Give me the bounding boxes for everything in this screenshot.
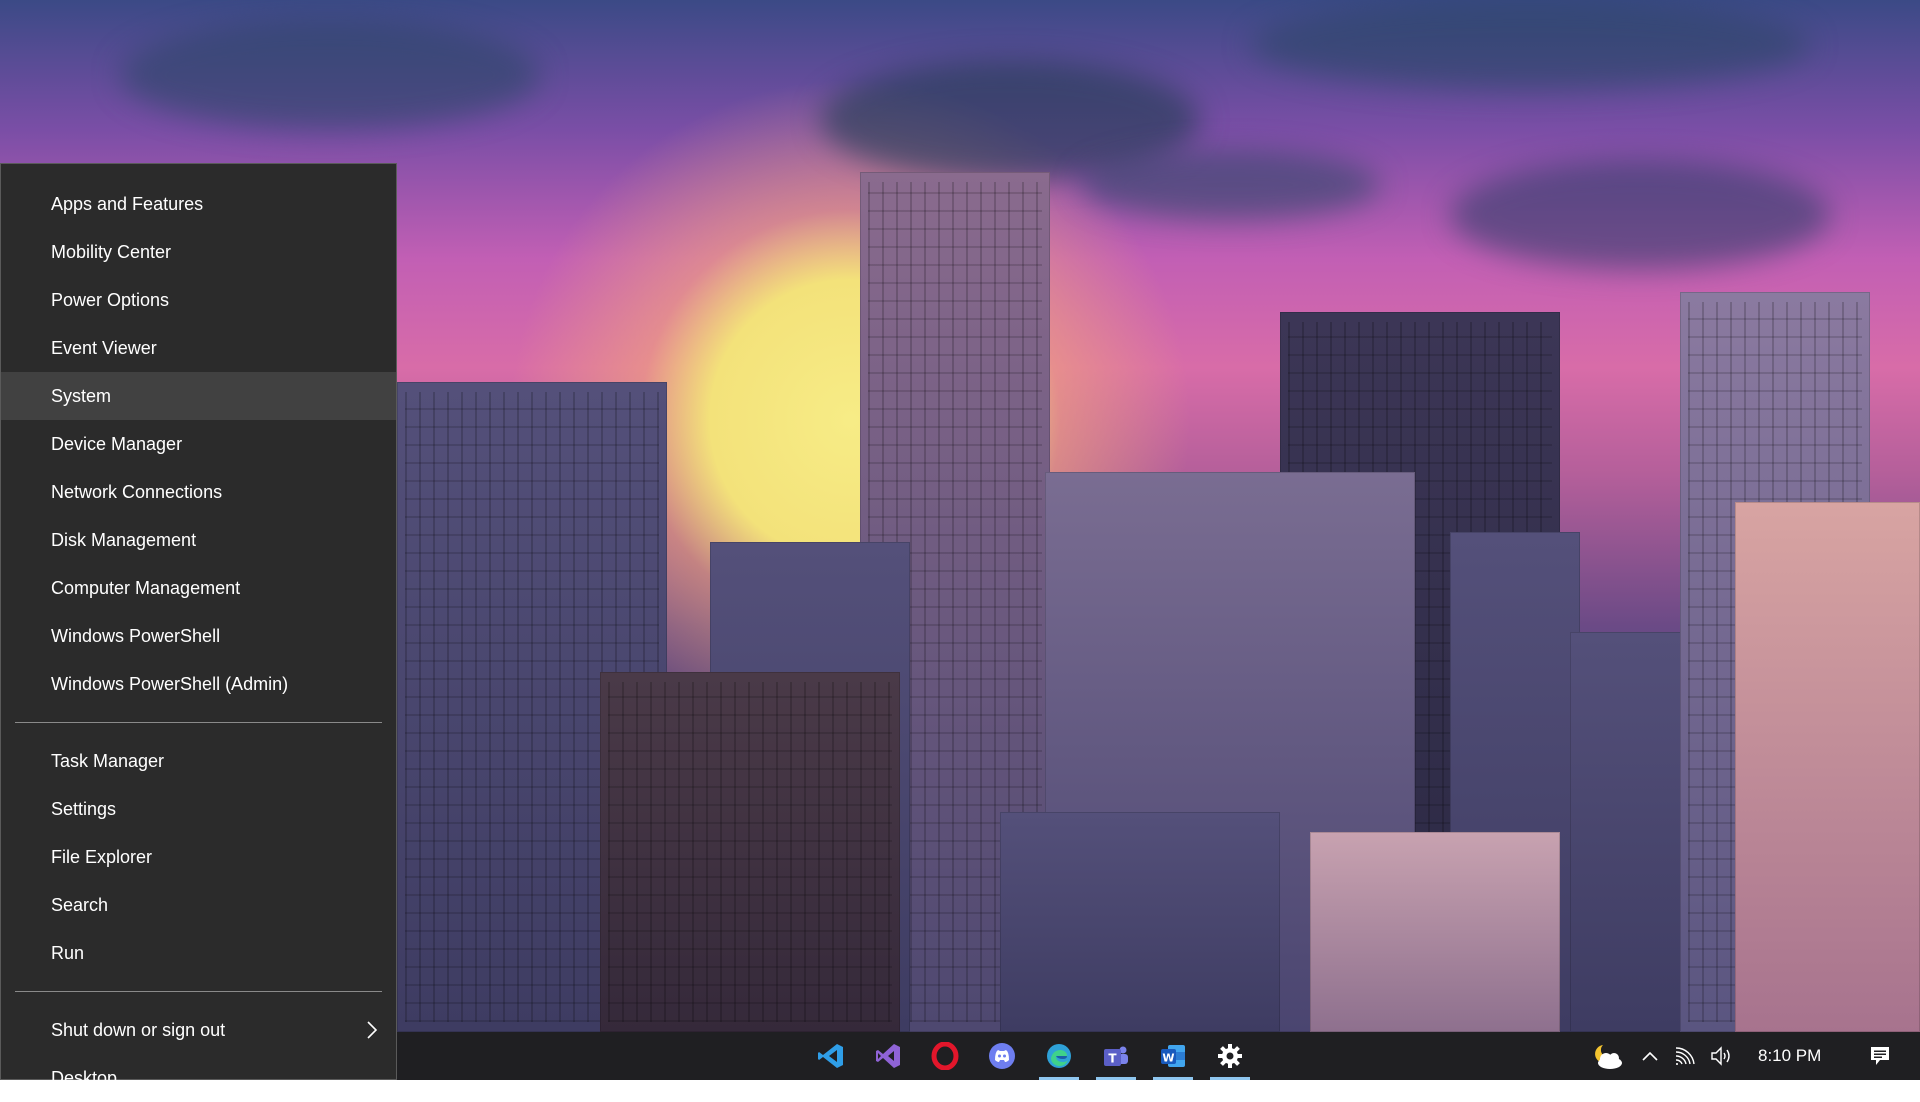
weather-widget[interactable]: [1585, 1032, 1629, 1080]
svg-text:W: W: [1162, 1052, 1174, 1065]
chevron-right-icon: [367, 1021, 378, 1039]
menu-item-apps-and-features[interactable]: Apps and Features: [1, 180, 396, 228]
action-center-button[interactable]: [1865, 1032, 1895, 1080]
menu-item-settings[interactable]: Settings: [1, 785, 396, 833]
menu-item-disk-management[interactable]: Disk Management: [1, 516, 396, 564]
taskbar-app-word[interactable]: W: [1149, 1032, 1197, 1080]
partly-cloudy-night-icon: [1595, 1045, 1622, 1069]
menu-item-windows-powershell[interactable]: Windows PowerShell: [1, 612, 396, 660]
taskbar-app-opera[interactable]: [921, 1032, 969, 1080]
menu-item-mobility-center[interactable]: Mobility Center: [1, 228, 396, 276]
menu-item-label: Shut down or sign out: [51, 1020, 226, 1040]
menu-item-power-options[interactable]: Power Options: [1, 276, 396, 324]
menu-item-shut-down-or-sign-out[interactable]: Shut down or sign out: [1, 1006, 396, 1054]
taskbar-app-visual-studio[interactable]: [864, 1032, 912, 1080]
menu-separator: [15, 991, 382, 992]
settings-gear-icon: [1218, 1044, 1242, 1068]
menu-item-system[interactable]: System: [1, 372, 396, 420]
taskbar: T W 8:10 PM: [397, 1032, 1920, 1080]
chevron-up-icon: [1642, 1051, 1658, 1061]
menu-item-search[interactable]: Search: [1, 881, 396, 929]
network-status[interactable]: [1671, 1032, 1701, 1080]
svg-text:T: T: [1108, 1052, 1117, 1066]
menu-item-desktop[interactable]: Desktop: [1, 1054, 396, 1102]
menu-item-task-manager[interactable]: Task Manager: [1, 737, 396, 785]
power-user-menu: Apps and Features Mobility Center Power …: [0, 163, 397, 1088]
vscode-icon: [818, 1044, 843, 1068]
taskbar-app-teams[interactable]: T: [1092, 1032, 1140, 1080]
edge-icon: [1047, 1044, 1071, 1068]
menu-item-network-connections[interactable]: Network Connections: [1, 468, 396, 516]
show-hidden-icons-button[interactable]: [1637, 1032, 1663, 1080]
taskbar-clock[interactable]: 8:10 PM: [1758, 1032, 1821, 1080]
word-icon: W: [1161, 1045, 1185, 1067]
menu-separator: [15, 722, 382, 723]
taskbar-app-edge[interactable]: [1035, 1032, 1083, 1080]
action-center-icon: [1871, 1047, 1889, 1065]
taskbar-app-discord[interactable]: [978, 1032, 1026, 1080]
taskbar-app-settings[interactable]: [1206, 1032, 1254, 1080]
wifi-icon: [1675, 1047, 1695, 1065]
opera-icon: [931, 1042, 959, 1070]
menu-item-windows-powershell-admin[interactable]: Windows PowerShell (Admin): [1, 660, 396, 708]
taskbar-app-vscode[interactable]: [807, 1032, 855, 1080]
teams-icon: T: [1104, 1046, 1128, 1066]
volume-control[interactable]: [1707, 1032, 1737, 1080]
discord-icon: [989, 1043, 1015, 1069]
menu-item-file-explorer[interactable]: File Explorer: [1, 833, 396, 881]
menu-item-device-manager[interactable]: Device Manager: [1, 420, 396, 468]
menu-item-event-viewer[interactable]: Event Viewer: [1, 324, 396, 372]
volume-icon: [1711, 1046, 1730, 1066]
menu-item-computer-management[interactable]: Computer Management: [1, 564, 396, 612]
menu-item-run[interactable]: Run: [1, 929, 396, 977]
visual-studio-icon: [876, 1044, 900, 1068]
